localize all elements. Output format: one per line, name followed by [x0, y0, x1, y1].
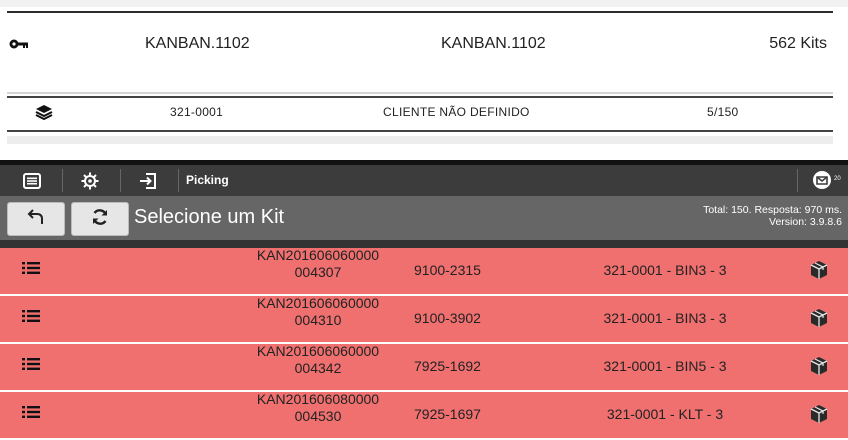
summary-row[interactable]: KANBAN.1102 KANBAN.1102 562 Kits: [7, 15, 833, 90]
detail-col1: 321-0001: [170, 105, 224, 119]
kit-code-line2: 004310: [294, 312, 342, 328]
kit-code-line2: 004307: [294, 264, 342, 280]
summary-col1: KANBAN.1102: [145, 35, 250, 52]
page-title: Selecione um Kit: [134, 206, 285, 228]
list-icon[interactable]: [22, 405, 40, 422]
mail-badge: 20: [834, 176, 841, 182]
kit-part: 9100-2315: [414, 262, 481, 278]
kit-row[interactable]: KAN201606060000 004310 9100-3902 321-000…: [0, 295, 848, 344]
gear-icon[interactable]: [64, 165, 116, 196]
box-icon[interactable]: [809, 260, 829, 283]
layers-icon: [35, 104, 53, 123]
summary-col2: KANBAN.1102: [441, 35, 546, 52]
kit-code-line2: 004342: [294, 360, 342, 376]
separator: [797, 169, 798, 192]
detail-col3: 5/150: [707, 105, 739, 119]
kit-code-line1: KAN201606080000: [256, 391, 380, 407]
undo-button[interactable]: [7, 202, 65, 236]
menu-icon[interactable]: [6, 165, 58, 196]
list-icon[interactable]: [22, 309, 40, 326]
kit-code: KAN201606060000 004310: [244, 295, 392, 329]
kit-row[interactable]: KAN201606060000 004342 7925-1692 321-000…: [0, 343, 848, 392]
action-bar: Selecione um Kit Total: 150. Resposta: 9…: [0, 196, 848, 240]
kit-code-line2: 004530: [294, 408, 342, 424]
kit-row[interactable]: KAN201606080000 004530 7925-1697 321-000…: [0, 391, 848, 440]
divider: [7, 11, 833, 13]
refresh-button[interactable]: [71, 202, 129, 236]
kit-part: 7925-1697: [414, 406, 481, 422]
summary-col3: 562 Kits: [769, 35, 827, 52]
kit-location: 321-0001 - BIN3 - 3: [603, 262, 727, 278]
separator: [120, 169, 121, 192]
box-icon[interactable]: [809, 356, 829, 379]
kit-code: KAN201606060000 004342: [244, 343, 392, 377]
kit-code-line1: KAN201606060000: [256, 343, 380, 359]
kit-location: 321-0001 - KLT - 3: [606, 406, 724, 422]
separator: [62, 169, 63, 192]
separator: [178, 169, 179, 192]
login-icon[interactable]: [122, 165, 174, 196]
status-total: Total: 150. Resposta: 970 ms.: [703, 204, 842, 216]
refresh-icon: [90, 207, 110, 232]
key-icon: [9, 37, 29, 55]
top-strip: [0, 0, 848, 7]
kit-code: KAN201606060000 004307: [244, 247, 392, 281]
list-icon[interactable]: [22, 357, 40, 374]
undo-icon: [27, 208, 45, 231]
divider: [7, 92, 833, 94]
app-topbar: Picking 20: [0, 165, 848, 196]
divider: [7, 130, 833, 132]
kit-list: KAN201606060000 004307 9100-2315 321-000…: [0, 247, 848, 440]
app-title: Picking: [186, 173, 229, 187]
kit-row[interactable]: KAN201606060000 004307 9100-2315 321-000…: [0, 247, 848, 296]
box-icon[interactable]: [809, 308, 829, 331]
status-version: Version: 3.9.8.6: [769, 216, 842, 228]
mail-icon[interactable]: 20: [812, 169, 841, 191]
list-icon[interactable]: [22, 261, 40, 278]
kit-location: 321-0001 - BIN3 - 3: [603, 310, 727, 326]
kit-code: KAN201606080000 004530: [244, 391, 392, 425]
kit-part: 7925-1692: [414, 358, 481, 374]
kit-code-line1: KAN201606060000: [256, 295, 380, 311]
kit-location: 321-0001 - BIN5 - 3: [603, 358, 727, 374]
kit-code-line1: KAN201606060000: [256, 247, 380, 263]
detail-row[interactable]: 321-0001 CLIENTE NÃO DEFINIDO 5/150: [7, 98, 833, 130]
spacer: [7, 136, 833, 144]
status-info: Total: 150. Resposta: 970 ms. Version: 3…: [703, 204, 842, 228]
kit-part: 9100-3902: [414, 310, 481, 326]
detail-col2: CLIENTE NÃO DEFINIDO: [383, 105, 530, 119]
box-icon[interactable]: [809, 404, 829, 427]
